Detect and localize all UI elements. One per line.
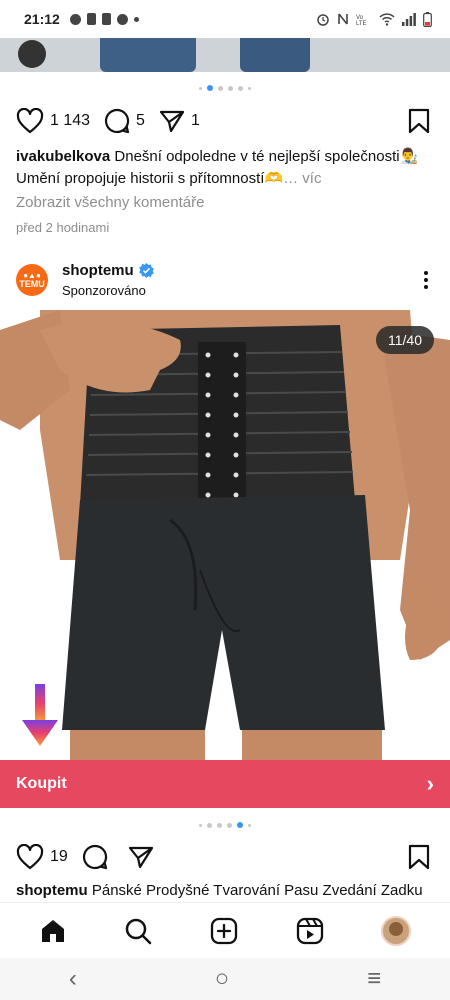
sponsored-label: Sponzorováno [62, 283, 146, 298]
recents-button[interactable]: ≡ [367, 965, 381, 993]
notification-icons [69, 13, 139, 25]
carousel-dot [218, 85, 223, 91]
bottom-navigation [0, 902, 450, 958]
more-notifications-icon [133, 16, 139, 22]
like-count[interactable]: 1 143 [50, 112, 90, 130]
status-time: 21:12 [24, 11, 60, 27]
alert-notification-icon [86, 13, 96, 25]
product-photo [0, 310, 450, 760]
status-bar: 21:12 Vo LTE [0, 0, 450, 38]
profile-avatar[interactable] [381, 915, 412, 946]
carousel-dot [217, 822, 222, 828]
more-options-icon[interactable] [416, 271, 436, 289]
carousel-indicator-sponsored [0, 822, 450, 828]
sponsored-post-header: ●▲● TEMU shoptemu Sponzorováno [16, 258, 436, 302]
sponsored-caption[interactable]: shoptemu Pánské Prodyšné Tvarování Pasu … [16, 882, 440, 899]
carousel-dot [248, 86, 251, 90]
heart-icon[interactable] [16, 108, 44, 134]
user-tag-icon[interactable] [18, 40, 46, 68]
wifi-icon [379, 12, 395, 26]
sponsored-post-actions: 19 [16, 844, 430, 870]
temu-logo-text: TEMU [19, 279, 45, 289]
create-icon[interactable] [210, 917, 238, 945]
carousel-dot [207, 85, 213, 91]
buy-button[interactable]: Koupit › [0, 760, 450, 808]
home-button[interactable]: ○ [215, 965, 230, 993]
account-info[interactable]: shoptemu Sponzorováno [62, 262, 154, 298]
share-group [128, 845, 160, 869]
account-username[interactable]: shoptemu [62, 262, 134, 279]
carousel-dot [227, 822, 232, 828]
product-image[interactable]: 11/40 [0, 310, 450, 760]
bookmark-icon[interactable] [408, 108, 430, 134]
heart-icon[interactable] [16, 844, 44, 870]
view-all-comments-link[interactable]: Zobrazit všechny komentáře [16, 194, 204, 211]
carousel-dot [228, 85, 233, 91]
share-icon[interactable] [159, 109, 185, 133]
photo-detail-jeans [240, 38, 310, 72]
share-icon[interactable] [128, 845, 154, 869]
back-button[interactable]: ‹ [69, 965, 77, 993]
home-icon[interactable] [39, 917, 67, 945]
share-group: 1 [159, 109, 200, 133]
like-count[interactable]: 19 [50, 848, 68, 866]
comment-icon[interactable] [104, 108, 130, 134]
message-notification-icon [116, 13, 128, 25]
carousel-indicator [0, 85, 450, 91]
carousel-dot [199, 86, 202, 90]
chat-notification-icon [69, 13, 81, 25]
previous-post-image[interactable] [0, 38, 450, 72]
caption-username[interactable]: shoptemu [16, 882, 88, 899]
carousel-dot [199, 823, 202, 827]
nfc-icon [338, 13, 348, 25]
like-group: 1 143 [16, 108, 90, 134]
carousel-dot [238, 85, 243, 91]
like-group: 19 [16, 844, 68, 870]
post-timestamp: před 2 hodinami [16, 220, 110, 235]
photo-detail-jeans [100, 38, 196, 72]
swipe-arrow-icon [22, 684, 58, 746]
post-caption[interactable]: ivakubelkova Dnešní odpoledne v té nejle… [16, 146, 434, 190]
more-link[interactable]: … víc [283, 170, 321, 187]
carousel-dot [237, 822, 243, 828]
share-count[interactable]: 1 [191, 112, 200, 130]
system-navigation: ‹ ○ ≡ [0, 958, 450, 1000]
verified-badge-icon [138, 263, 154, 278]
chevron-right-icon: › [426, 771, 434, 796]
caption-username[interactable]: ivakubelkova [16, 148, 110, 165]
system-status-icons: Vo LTE [316, 11, 432, 27]
caption-text-line1: Dnešní odpoledne v té nejlepší společnos… [114, 148, 419, 165]
image-counter: 11/40 [376, 326, 434, 354]
search-icon[interactable] [124, 917, 152, 945]
alarm-icon [317, 14, 329, 26]
caption-text: Pánské Prodyšné Tvarování Pasu Zvedání Z… [91, 882, 423, 899]
carousel-dot [207, 822, 212, 828]
battery-icon [423, 11, 432, 27]
carousel-dot [248, 823, 251, 827]
comment-icon[interactable] [82, 844, 108, 870]
shoptemu-avatar[interactable]: ●▲● TEMU [16, 264, 48, 296]
caption-text-line2: Umění propojuje historii s přítomností🫶 [16, 170, 284, 187]
comment-group: 5 [104, 108, 145, 134]
volte-icon: VoLTE [356, 15, 367, 26]
buy-button-label: Koupit [16, 775, 67, 792]
comment-group [82, 844, 114, 870]
comment-count[interactable]: 5 [136, 112, 145, 130]
signal-icon [402, 12, 416, 26]
reels-icon[interactable] [296, 917, 324, 945]
svg-text:LTE: LTE [356, 21, 367, 26]
sim-notification-icon [101, 13, 111, 25]
bookmark-icon[interactable] [408, 844, 430, 870]
previous-post-actions: 1 143 5 1 [16, 108, 430, 134]
